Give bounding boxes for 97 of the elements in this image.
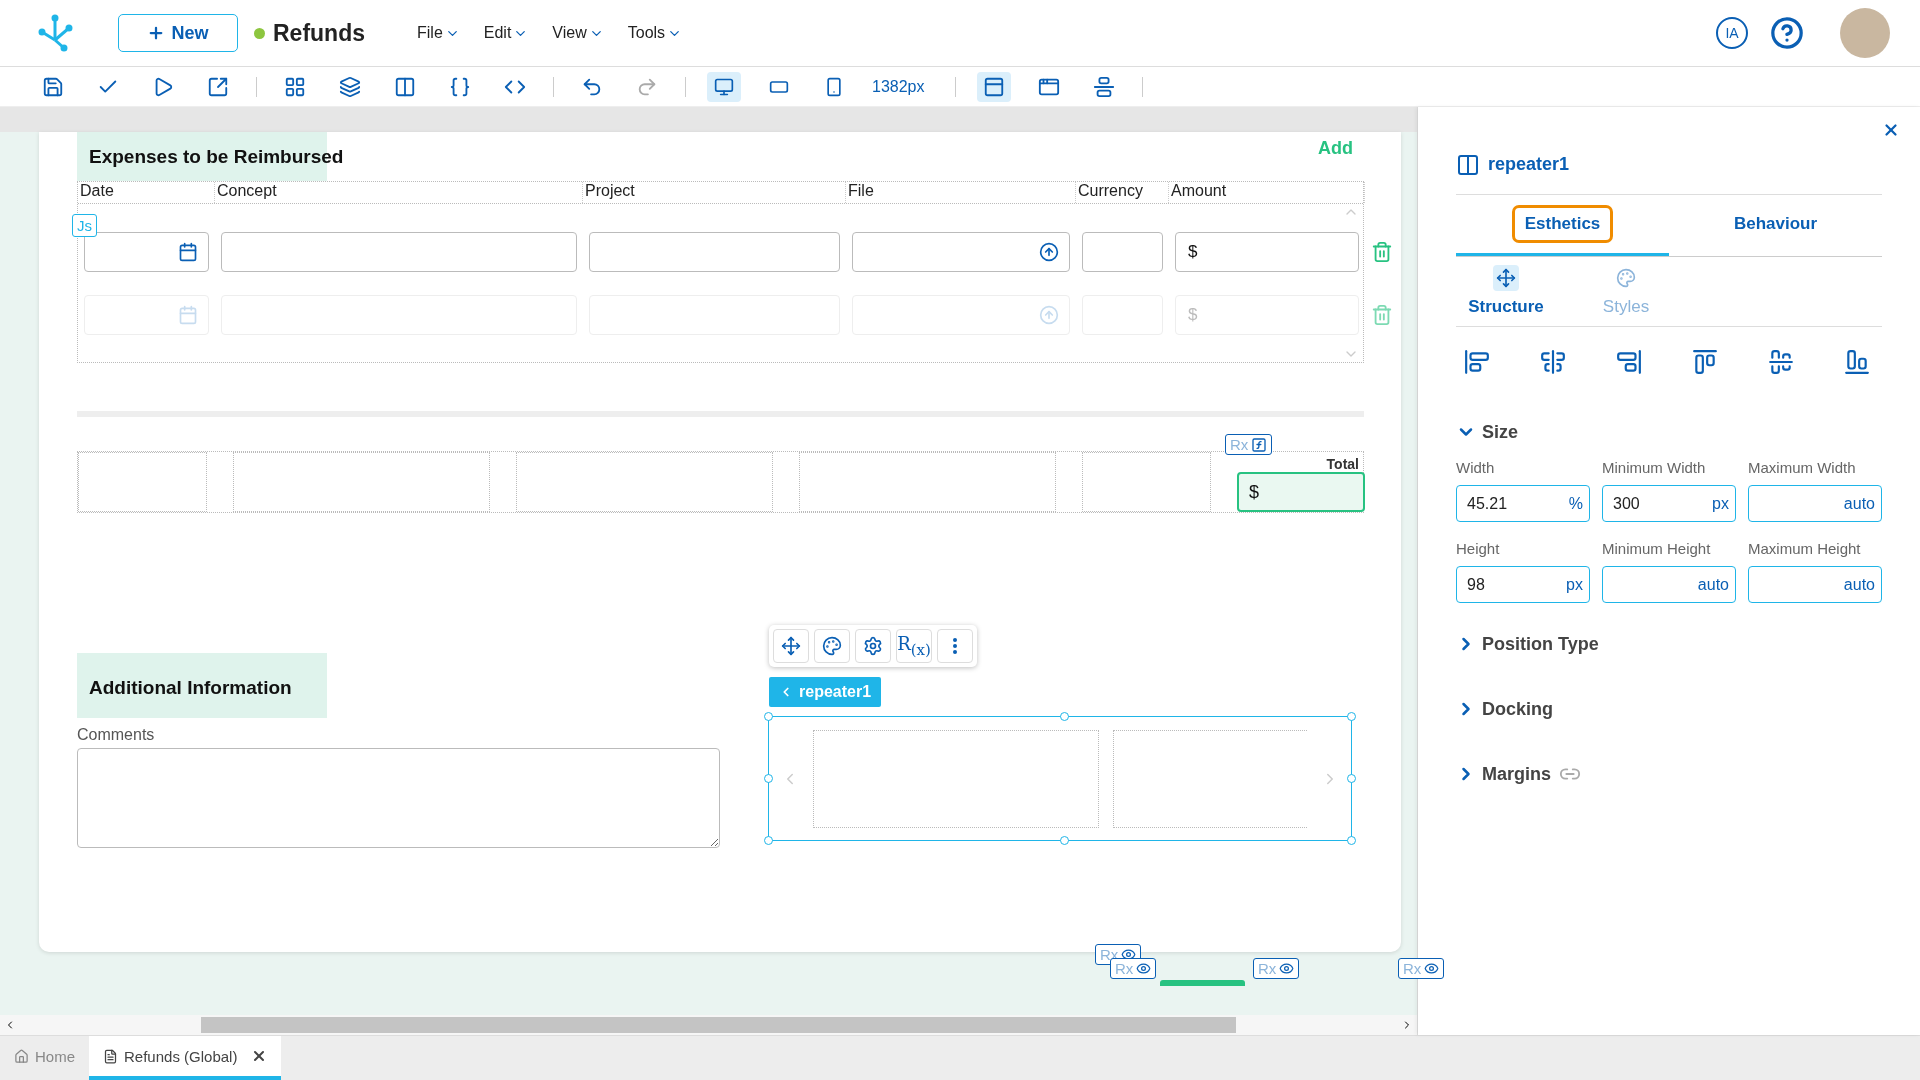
- align-middle-icon[interactable]: [1768, 349, 1794, 375]
- save-icon[interactable]: [42, 75, 64, 98]
- columns-icon[interactable]: [394, 75, 416, 98]
- palette-button[interactable]: [814, 629, 850, 663]
- align-icon: [1092, 75, 1115, 98]
- formula-icon: [1251, 436, 1268, 453]
- resize-handle[interactable]: [1060, 836, 1069, 845]
- size-field[interactable]: 300 px: [1602, 485, 1736, 522]
- menu-item[interactable]: File: [405, 24, 472, 42]
- panel-tab[interactable]: Behaviour: [1669, 195, 1882, 256]
- scrollbar-thumb[interactable]: [201, 1017, 1236, 1033]
- eye-icon: [1136, 961, 1152, 976]
- column-header: Project: [583, 182, 846, 203]
- input-field[interactable]: [589, 231, 840, 272]
- comments-field[interactable]: [77, 748, 720, 848]
- field-label: Minimum Width: [1602, 459, 1707, 476]
- export-icon[interactable]: [207, 75, 229, 98]
- move-icon: [781, 636, 801, 656]
- column-header: Currency: [1076, 182, 1169, 203]
- settings-icon: [863, 636, 883, 656]
- section-title: Additional Information: [77, 653, 327, 718]
- braces-icon[interactable]: [449, 75, 471, 98]
- size-field[interactable]: auto: [1602, 566, 1736, 603]
- formula-button[interactable]: R$_{(x)}$: [896, 629, 932, 663]
- field-label: Maximum Height: [1748, 540, 1862, 557]
- view-mode-button[interactable]: [707, 71, 741, 102]
- width-reading: 1382px: [872, 77, 925, 96]
- trash-icon[interactable]: [1371, 240, 1393, 263]
- column-header: Concept: [215, 182, 583, 203]
- section-toggle[interactable]: Size: [1456, 417, 1882, 447]
- menu-item[interactable]: Tools: [615, 24, 695, 42]
- input-field[interactable]: [1082, 231, 1163, 272]
- section-toggle[interactable]: Position Type: [1456, 629, 1599, 659]
- menu-item[interactable]: View: [540, 24, 616, 42]
- component-name: repeater1: [1488, 154, 1570, 175]
- more-icon: [953, 638, 957, 654]
- palette-icon: [1616, 268, 1636, 288]
- align-top-icon[interactable]: [1692, 349, 1718, 375]
- repeater-icon: [1456, 152, 1480, 177]
- total-field[interactable]: $: [1237, 472, 1365, 512]
- new-button[interactable]: New: [118, 14, 238, 52]
- resize-handle[interactable]: [1347, 773, 1356, 783]
- field-label: Maximum Width: [1748, 459, 1857, 476]
- align-right-icon[interactable]: [1616, 349, 1642, 375]
- layers-icon[interactable]: [339, 75, 361, 98]
- column-header: Amount: [1169, 182, 1365, 203]
- field-label: Height: [1456, 540, 1501, 557]
- calendar-icon[interactable]: [178, 241, 198, 262]
- resize-handle[interactable]: [1347, 712, 1356, 721]
- size-field[interactable]: 98 px: [1456, 566, 1590, 603]
- section-toggle[interactable]: Docking: [1456, 694, 1553, 724]
- field-label: Minimum Height: [1602, 540, 1712, 557]
- app-title: Refunds: [273, 19, 365, 47]
- close-icon[interactable]: [1882, 121, 1900, 139]
- resize-handle[interactable]: [1060, 712, 1069, 721]
- resize-handle[interactable]: [764, 836, 773, 845]
- grid-icon[interactable]: [284, 75, 306, 98]
- resize-handle[interactable]: [1347, 836, 1356, 845]
- move-button[interactable]: [773, 629, 809, 663]
- phone-icon: [824, 76, 844, 97]
- resize-handle[interactable]: [764, 712, 773, 721]
- align-center-icon[interactable]: [1540, 349, 1566, 375]
- column-header: File: [846, 182, 1076, 203]
- date-field[interactable]: [84, 231, 209, 272]
- panel-tab[interactable]: Esthetics: [1456, 195, 1669, 256]
- input-field[interactable]: [221, 231, 577, 272]
- align-left-icon[interactable]: [1464, 349, 1490, 375]
- logo-icon: [36, 14, 74, 52]
- upload-icon[interactable]: [1039, 241, 1059, 262]
- field-label: Width: [1456, 459, 1496, 476]
- settings-button[interactable]: [855, 629, 891, 663]
- amount-field[interactable]: $: [1175, 231, 1359, 272]
- field-label: Comments: [77, 726, 156, 744]
- size-field[interactable]: auto: [1748, 566, 1882, 603]
- align-bottom-icon[interactable]: [1844, 349, 1870, 375]
- bottom-tab[interactable]: Refunds (Global): [89, 1036, 282, 1080]
- sub-tab[interactable]: Structure: [1456, 257, 1556, 326]
- ai-button[interactable]: IA: [1716, 17, 1748, 49]
- panel-button[interactable]: [976, 71, 1011, 102]
- document-icon: [103, 1048, 118, 1064]
- total-label: Total: [1326, 456, 1359, 472]
- layout-icon: [982, 75, 1005, 98]
- menu-item[interactable]: Edit: [471, 24, 541, 42]
- more-button[interactable]: [937, 629, 973, 663]
- size-field[interactable]: auto: [1748, 485, 1882, 522]
- section-toggle[interactable]: Margins: [1456, 759, 1551, 789]
- help-icon[interactable]: [1770, 16, 1804, 50]
- eye-icon: [1279, 961, 1295, 976]
- file-field[interactable]: [852, 231, 1070, 272]
- desktop-icon: [714, 76, 734, 97]
- move-icon: [1496, 268, 1516, 288]
- eye-icon: [1424, 961, 1440, 976]
- resize-handle[interactable]: [764, 773, 773, 783]
- home-icon: [14, 1048, 29, 1064]
- size-field[interactable]: 45.21 %: [1456, 485, 1590, 522]
- palette-icon: [822, 636, 842, 656]
- status-dot: [254, 27, 265, 39]
